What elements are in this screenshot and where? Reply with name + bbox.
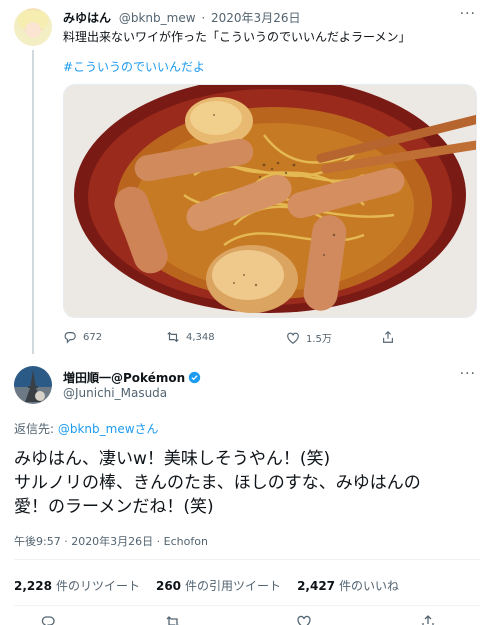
tweet-photo[interactable] <box>63 84 477 318</box>
display-name[interactable]: 増田順一@Pokémon <box>63 369 185 386</box>
retweet-action[interactable]: 4,348 <box>166 330 215 344</box>
tweet-text-line: 愛！のラーメンだね！(笑) <box>14 497 214 517</box>
tweet-text: みゆはん、凄いw！美味しそうやん！(笑) サルノリの棒、きんのたま、ほしのすな、… <box>14 447 480 519</box>
quote-stat-count: 260 <box>155 579 182 593</box>
like-stat[interactable]: 2,427 件のいいね <box>297 577 399 594</box>
tweet-text-line: サルノリの棒、きんのたま、ほしのすな、みゆはんの <box>14 473 421 493</box>
handle[interactable]: @bknb_mew <box>119 11 196 25</box>
like-count: 1.5万 <box>306 334 332 345</box>
verified-badge-icon <box>188 371 201 384</box>
retweet-count: 4,348 <box>186 331 215 343</box>
tweet-timestamp[interactable]: 午後9:57 · 2020年3月26日 · Echofon <box>14 533 208 549</box>
separator-dot: · <box>201 11 206 25</box>
avatar[interactable] <box>14 366 52 404</box>
reply-context: 返信先: @bknb_mewさん <box>14 420 159 437</box>
divider <box>14 559 480 560</box>
tweet-date[interactable]: 2020年3月26日 <box>211 11 300 25</box>
ramen-photo-icon <box>64 85 476 317</box>
like-stat-count: 2,427 <box>297 579 336 593</box>
more-options-icon[interactable]: ··· <box>460 6 476 22</box>
reply-icon[interactable] <box>40 614 56 625</box>
tweet-actions <box>0 614 490 625</box>
retweet-stat[interactable]: 2,228 件のリツイート <box>14 577 140 594</box>
share-icon[interactable] <box>420 614 436 625</box>
quote-stat-label: 件の引用ツイート <box>185 579 282 593</box>
reply-prefix: 返信先: <box>14 422 58 436</box>
divider <box>14 605 480 606</box>
retweet-icon[interactable] <box>165 614 181 625</box>
more-options-icon[interactable]: ··· <box>460 366 476 382</box>
engagement-stats: 2,228 件のリツイート 260 件の引用ツイート 2,427 件のいいね <box>14 577 399 594</box>
tweet-actions: 672 4,348 1.5万 <box>63 330 393 348</box>
like-stat-label: 件のいいね <box>339 579 400 593</box>
quote-stat[interactable]: 260 件の引用ツイート <box>156 577 281 594</box>
retweet-stat-count: 2,228 <box>14 579 52 593</box>
share-action[interactable] <box>381 330 395 344</box>
heart-icon[interactable] <box>296 614 312 625</box>
heart-icon <box>287 332 299 344</box>
reply-icon <box>64 332 76 344</box>
thread-connector-line <box>32 50 34 354</box>
retweet-stat-label: 件のリツイート <box>55 579 140 593</box>
avatar[interactable] <box>14 8 52 46</box>
tweet-text-line: みゆはん、凄いw！美味しそうやん！(笑) <box>14 449 331 469</box>
hashtag-link[interactable]: #こういうのでいいんだよ <box>63 58 205 75</box>
eiffel-tower-avatar-icon <box>25 370 45 402</box>
tweet-text: 料理出来ないワイが作った「こういうのでいいんだよラーメン」 <box>63 30 411 44</box>
retweet-icon <box>167 331 179 343</box>
handle[interactable]: @Junichi_Masuda <box>63 386 167 400</box>
display-name[interactable]: みゆはん <box>63 11 111 25</box>
like-action[interactable]: 1.5万 <box>286 330 332 345</box>
tweet-header: みゆはん @bknb_mew · 2020年3月26日 <box>63 9 300 26</box>
reply-handle-link[interactable]: @bknb_mewさん <box>58 422 159 436</box>
display-name-row: 増田順一@Pokémon <box>63 369 201 386</box>
reply-count: 672 <box>83 331 103 343</box>
reply-action[interactable]: 672 <box>63 330 102 344</box>
original-tweet[interactable]: みゆはん @bknb_mew · 2020年3月26日 ··· 料理出来ないワイ… <box>0 0 490 354</box>
share-icon <box>383 330 393 343</box>
